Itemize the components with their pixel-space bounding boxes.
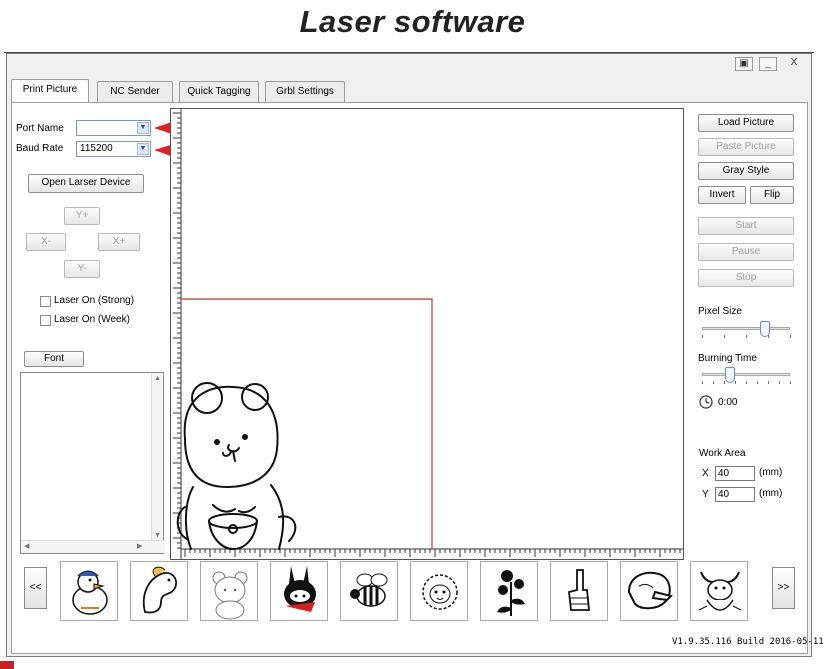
horizontal-ruler-ticks bbox=[184, 549, 681, 557]
pixel-size-slider[interactable] bbox=[698, 321, 794, 343]
start-button[interactable]: Start bbox=[698, 217, 794, 235]
bull-icon[interactable] bbox=[690, 561, 748, 621]
slider-tick bbox=[746, 335, 747, 338]
slider-track bbox=[702, 373, 790, 376]
work-area-x-unit: (mm) bbox=[759, 467, 783, 478]
canvas-drawing bbox=[173, 109, 683, 559]
laser-week-checkbox[interactable] bbox=[40, 315, 51, 326]
slider-tick bbox=[735, 381, 736, 384]
prev-thumbnails-button[interactable]: << bbox=[24, 567, 47, 609]
baud-rate-select[interactable]: 115200 ▼ bbox=[76, 141, 151, 157]
x-plus-button[interactable]: X+ bbox=[98, 233, 140, 251]
work-area-x-label: X bbox=[702, 468, 709, 479]
work-area-y-unit: (mm) bbox=[759, 488, 783, 499]
engraving-canvas[interactable] bbox=[170, 108, 684, 560]
slider-tick bbox=[757, 381, 758, 384]
version-label: V1.9.35.116 Build 2016-05-11 bbox=[672, 637, 824, 647]
stop-button[interactable]: Stop bbox=[698, 269, 794, 287]
slider-tick bbox=[702, 335, 703, 338]
port-name-label: Port Name bbox=[16, 123, 64, 134]
ninja-bunny-icon[interactable] bbox=[270, 561, 328, 621]
chevron-down-icon[interactable]: ▼ bbox=[137, 122, 149, 134]
burning-time-label: Burning Time bbox=[698, 353, 757, 364]
work-area-outline bbox=[181, 298, 433, 549]
vertical-scrollbar[interactable]: ▲ ▼ bbox=[151, 373, 163, 541]
slider-tick bbox=[790, 335, 791, 338]
slider-tick bbox=[702, 381, 703, 384]
slider-tick bbox=[779, 381, 780, 384]
y-plus-button[interactable]: Y+ bbox=[64, 207, 100, 225]
paste-picture-button[interactable]: Paste Picture bbox=[698, 138, 794, 156]
vertical-ruler-ticks bbox=[173, 112, 181, 549]
laser-week-label: Laser On (Week) bbox=[54, 314, 130, 325]
minimize-button[interactable]: _ bbox=[759, 57, 777, 71]
slider-track bbox=[702, 327, 790, 330]
baud-rate-label: Baud Rate bbox=[16, 143, 64, 154]
gray-style-button[interactable]: Gray Style bbox=[698, 162, 794, 180]
pause-button[interactable]: Pause bbox=[698, 243, 794, 261]
flip-button[interactable]: Flip bbox=[750, 186, 794, 204]
bear-icon[interactable] bbox=[200, 561, 258, 621]
restore-icon[interactable]: ▣ bbox=[735, 57, 753, 71]
flower-icon[interactable] bbox=[480, 561, 538, 621]
baud-rate-value: 115200 bbox=[80, 143, 113, 154]
font-button[interactable]: Font bbox=[24, 351, 84, 367]
work-area-y-input[interactable]: 40 bbox=[715, 487, 755, 502]
slider-thumb[interactable] bbox=[760, 321, 770, 337]
x-minus-button[interactable]: X- bbox=[26, 233, 66, 251]
bear-image bbox=[176, 382, 297, 551]
scroll-right-icon[interactable]: ▶ bbox=[137, 542, 142, 550]
print-picture-panel: Port Name ▼ Baud Rate 115200 ▼ Open Lars… bbox=[11, 102, 824, 654]
corner-mark bbox=[0, 661, 14, 669]
tab-quick-tagging[interactable]: Quick Tagging bbox=[179, 81, 259, 102]
y-minus-button[interactable]: Y- bbox=[64, 260, 100, 278]
chevron-down-icon[interactable]: ▼ bbox=[137, 143, 149, 155]
fist-icon[interactable] bbox=[550, 561, 608, 621]
tab-grbl-settings[interactable]: Grbl Settings bbox=[265, 81, 345, 102]
slider-tick bbox=[746, 381, 747, 384]
burning-time-slider[interactable] bbox=[698, 367, 794, 389]
slider-ticks bbox=[702, 381, 791, 385]
duck-icon[interactable] bbox=[60, 561, 118, 621]
slider-tick bbox=[724, 335, 725, 338]
thumbnail-strip bbox=[60, 561, 768, 623]
close-button[interactable]: X bbox=[783, 57, 805, 71]
slider-thumb[interactable] bbox=[725, 367, 735, 383]
elapsed-time: 0:00 bbox=[718, 397, 738, 408]
tab-print-picture[interactable]: Print Picture bbox=[11, 79, 89, 103]
slider-tick bbox=[713, 381, 714, 384]
work-area-y-label: Y bbox=[702, 489, 709, 500]
slider-tick bbox=[790, 381, 791, 384]
load-picture-button[interactable]: Load Picture bbox=[698, 114, 794, 132]
scroll-left-icon[interactable]: ◀ bbox=[24, 542, 29, 550]
pointing-hand-icon[interactable] bbox=[620, 561, 678, 621]
horizontal-scrollbar[interactable]: ◀ ▶ bbox=[21, 540, 165, 553]
work-area-label: Work Area bbox=[699, 448, 746, 459]
tab-nc-sender[interactable]: NC Sender bbox=[97, 81, 173, 102]
laser-strong-checkbox[interactable] bbox=[40, 296, 51, 307]
scroll-down-icon[interactable]: ▼ bbox=[154, 532, 161, 539]
clock-icon bbox=[699, 395, 713, 409]
slider-tick bbox=[768, 381, 769, 384]
slider-tick bbox=[724, 381, 725, 384]
work-area-x-input[interactable]: 40 bbox=[715, 466, 755, 481]
page-caption: Laser software bbox=[299, 4, 526, 39]
slider-ticks bbox=[702, 335, 791, 339]
pixel-size-label: Pixel Size bbox=[698, 306, 742, 317]
invert-button[interactable]: Invert bbox=[698, 186, 746, 204]
open-laser-device-button[interactable]: Open Larser Device bbox=[28, 174, 144, 193]
text-input-area[interactable]: ▲ ▼ ◀ ▶ bbox=[20, 372, 165, 554]
sheep-icon[interactable] bbox=[410, 561, 468, 621]
next-thumbnails-button[interactable]: >> bbox=[772, 567, 795, 609]
scroll-up-icon[interactable]: ▲ bbox=[154, 375, 161, 382]
laser-strong-label: Laser On (Strong) bbox=[54, 295, 135, 306]
horse-icon[interactable] bbox=[130, 561, 188, 621]
bee-icon[interactable] bbox=[340, 561, 398, 621]
app-window: ▣ _ X Print Picture NC Sender Quick Tagg… bbox=[6, 53, 824, 657]
port-name-select[interactable]: ▼ bbox=[76, 120, 151, 136]
